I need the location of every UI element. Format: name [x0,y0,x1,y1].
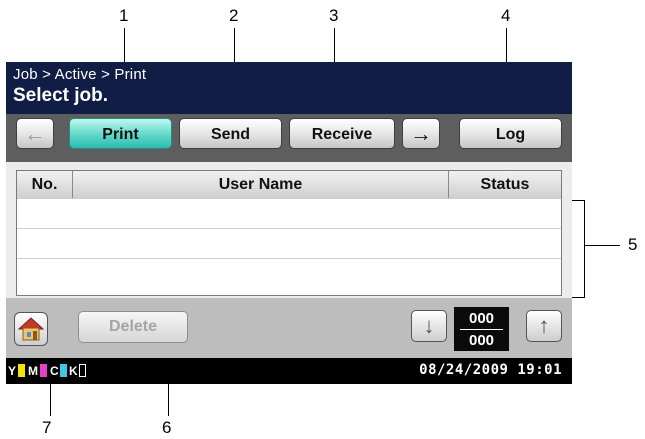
bottom-toolbar: Delete ↓ 000 000 ↑ [6,298,572,358]
toner-label-m: M [28,364,38,378]
arrow-left-icon: ← [24,121,46,146]
scroll-tabs-back-button[interactable]: ← [16,118,54,149]
callout-7: 7 [42,418,52,437]
control-panel-screen: Job > Active > Print Select job. ← Print… [6,62,572,384]
total-pages: 000 [468,332,495,349]
callout-2: 2 [229,6,239,25]
toner-bar-c [60,364,67,377]
tab-receive[interactable]: Receive [289,118,395,149]
home-button[interactable] [14,312,48,346]
toner-label-k: K [69,364,78,378]
arrow-up-icon: ↑ [538,313,550,338]
callout-6: 6 [162,418,172,437]
page-title: Select job. [13,85,109,106]
delete-button[interactable]: Delete [78,311,188,343]
callout-5: 5 [628,235,638,254]
breadcrumb: Job > Active > Print [13,66,147,83]
home-icon [17,317,45,341]
tab-print[interactable]: Print [69,118,172,149]
page-up-button[interactable]: ↑ [526,310,562,342]
scroll-tabs-forward-button[interactable]: → [402,118,440,149]
callout-1: 1 [119,6,129,25]
current-page: 000 [468,310,495,327]
job-type-tabbar: ← Print Send Receive → Log [6,114,572,162]
column-header-user-name: User Name [73,171,449,198]
table-row[interactable] [17,228,561,258]
column-header-status: Status [449,171,561,198]
callout-5-bracket-side [584,200,585,298]
column-header-no: No. [17,171,73,198]
screen-header: Job > Active > Print Select job. [6,62,572,114]
date-time: 08/24/2009 19:01 [419,362,562,378]
job-list-table: No. User Name Status [16,170,562,296]
arrow-down-icon: ↓ [423,313,435,338]
page-down-button[interactable]: ↓ [411,310,447,342]
callout-5-line [584,245,620,246]
counter-divider [460,329,503,330]
toner-bar-k [79,364,86,377]
status-bar: Y M C K 08/24/2009 19:01 [6,358,572,384]
arrow-right-icon: → [410,121,432,146]
toner-label-y: Y [8,364,17,378]
tab-send[interactable]: Send [179,118,282,149]
toner-bar-y [18,364,25,377]
tab-log[interactable]: Log [459,118,562,149]
callout-4: 4 [501,6,511,25]
toner-label-c: C [50,364,59,378]
page-counter: 000 000 [454,307,509,351]
toner-bar-m [40,364,47,377]
table-row[interactable] [17,198,561,228]
callout-3: 3 [329,6,339,25]
table-row[interactable] [17,258,561,288]
